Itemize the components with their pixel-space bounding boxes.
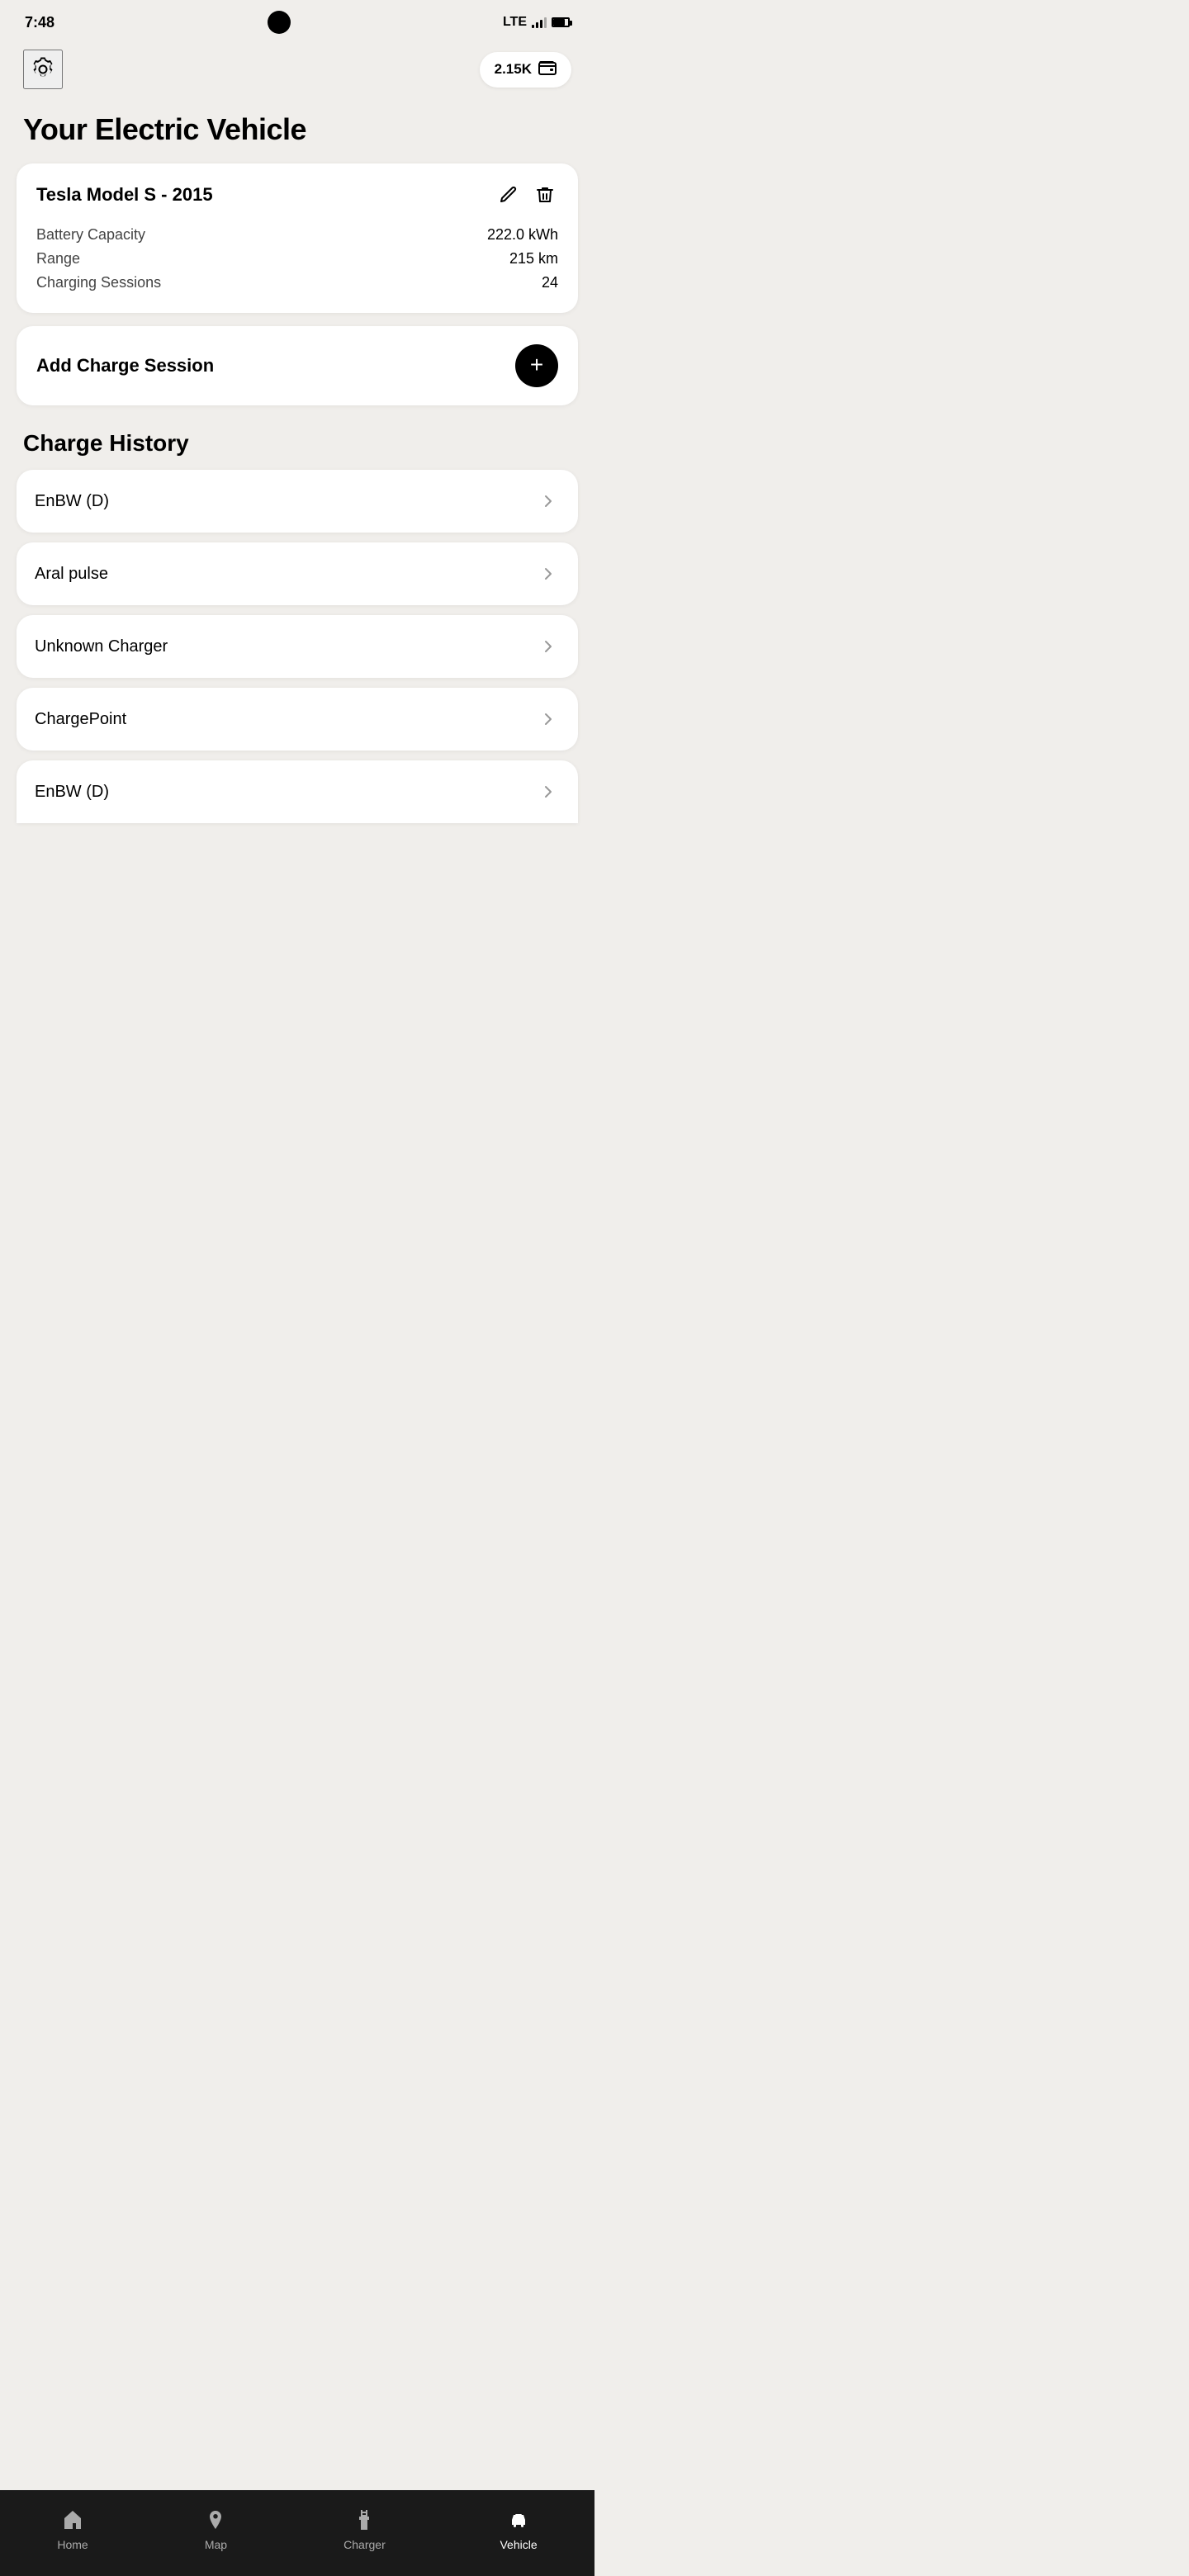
history-item-3[interactable]: ChargePoint	[17, 688, 578, 751]
nav-item-charger[interactable]: Charger	[327, 2502, 402, 2556]
vehicle-card: Tesla Model S - 2015 Battery Capacity 22…	[17, 163, 578, 313]
nav-item-map[interactable]: Map	[186, 2502, 245, 2556]
history-item-label-2: Unknown Charger	[35, 637, 168, 656]
charger-icon	[351, 2507, 377, 2533]
status-time: 7:48	[25, 14, 54, 31]
add-session-button[interactable]: +	[515, 344, 558, 387]
nav-label-map: Map	[205, 2538, 227, 2551]
header: 2.15K	[0, 41, 594, 97]
history-item-1[interactable]: Aral pulse	[17, 542, 578, 605]
vehicle-card-header: Tesla Model S - 2015	[36, 182, 558, 208]
charge-history-title: Charge History	[0, 430, 594, 470]
chevron-right-icon-3	[537, 708, 560, 731]
page-title: Your Electric Vehicle	[0, 97, 594, 163]
nav-item-home[interactable]: Home	[40, 2502, 104, 2556]
range-value: 215 km	[509, 250, 558, 268]
trash-icon	[535, 185, 555, 205]
gear-icon	[29, 55, 57, 83]
wallet-icon	[538, 60, 557, 79]
charging-sessions-label: Charging Sessions	[36, 274, 161, 291]
range-label: Range	[36, 250, 80, 268]
vehicle-icon	[505, 2507, 532, 2533]
lte-label: LTE	[503, 15, 527, 30]
battery-capacity-label: Battery Capacity	[36, 226, 145, 244]
chevron-right-icon-0	[537, 490, 560, 513]
history-item-4[interactable]: EnBW (D)	[17, 760, 578, 823]
wallet-button[interactable]: 2.15K	[480, 52, 571, 88]
wallet-amount: 2.15K	[495, 61, 532, 78]
status-icons: LTE	[503, 15, 570, 30]
chevron-right-icon-1	[537, 562, 560, 585]
history-item-label-4: EnBW (D)	[35, 783, 109, 802]
nav-label-home: Home	[57, 2538, 88, 2551]
chevron-right-icon-4	[537, 780, 560, 803]
history-item-0[interactable]: EnBW (D)	[17, 470, 578, 533]
bottom-navigation: Home Map Charger Vehicle	[0, 2490, 594, 2576]
nav-label-vehicle: Vehicle	[500, 2538, 537, 2551]
edit-button[interactable]	[495, 182, 522, 208]
edit-icon	[499, 185, 519, 205]
history-item-label-0: EnBW (D)	[35, 492, 109, 511]
vehicle-actions	[495, 182, 558, 208]
settings-button[interactable]	[23, 50, 63, 89]
status-bar: 7:48 LTE	[0, 0, 594, 41]
signal-icon	[532, 17, 547, 28]
nav-label-charger: Charger	[343, 2538, 386, 2551]
nav-item-vehicle[interactable]: Vehicle	[483, 2502, 553, 2556]
battery-capacity-row: Battery Capacity 222.0 kWh	[36, 223, 558, 247]
add-session-label: Add Charge Session	[36, 355, 214, 376]
home-icon	[59, 2507, 86, 2533]
history-item-2[interactable]: Unknown Charger	[17, 615, 578, 678]
charging-sessions-row: Charging Sessions 24	[36, 271, 558, 295]
charge-history-list: EnBW (D) Aral pulse Unknown Charger Char…	[0, 470, 594, 823]
battery-capacity-value: 222.0 kWh	[487, 226, 558, 244]
battery-icon	[552, 17, 570, 27]
map-icon	[202, 2507, 229, 2533]
charging-sessions-value: 24	[542, 274, 558, 291]
add-charge-session-card[interactable]: Add Charge Session +	[17, 326, 578, 405]
delete-button[interactable]	[532, 182, 558, 208]
plus-icon: +	[530, 353, 543, 376]
camera-notch	[268, 11, 291, 34]
history-item-label-3: ChargePoint	[35, 710, 126, 729]
chevron-right-icon-2	[537, 635, 560, 658]
vehicle-name: Tesla Model S - 2015	[36, 184, 213, 206]
range-row: Range 215 km	[36, 247, 558, 271]
history-item-label-1: Aral pulse	[35, 565, 108, 584]
